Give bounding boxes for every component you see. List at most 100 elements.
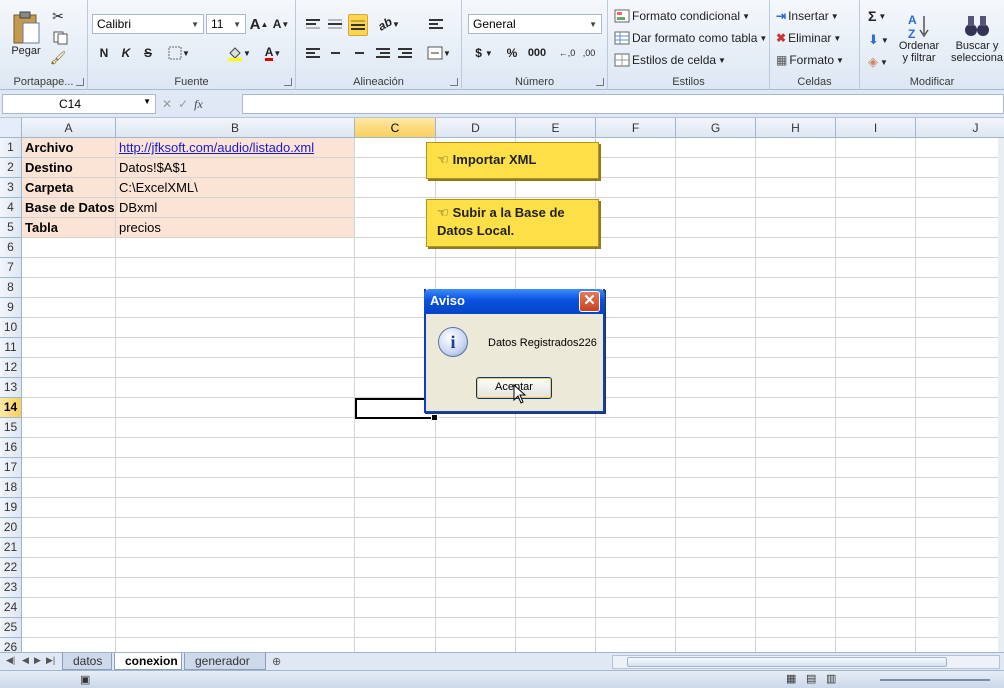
format-painter-button[interactable]: 🖌 [50, 50, 67, 66]
fill-button[interactable]: ⬇ ▼ [868, 32, 889, 48]
first-sheet-icon[interactable]: ◀| [6, 655, 15, 666]
clipboard-launcher[interactable] [76, 78, 84, 86]
align-center-button[interactable] [326, 44, 344, 62]
row-header-6[interactable]: 6 [0, 238, 22, 258]
font-size-select[interactable]: 11 ▼ [206, 14, 246, 34]
insert-sheet-icon[interactable]: ⊕ [272, 655, 281, 668]
macro-record-icon[interactable]: ▣ [80, 673, 90, 686]
align-right-button[interactable] [348, 44, 366, 62]
row-header-14[interactable]: 14 [0, 398, 22, 418]
align-bottom-button[interactable] [348, 14, 368, 36]
decrease-indent-button[interactable] [374, 44, 392, 62]
row-header-18[interactable]: 18 [0, 478, 22, 498]
borders-button[interactable]: ▼ [164, 44, 194, 62]
column-header-g[interactable]: G [676, 118, 756, 138]
normal-view-icon[interactable]: ▦ [786, 672, 796, 685]
close-icon[interactable]: ✕ [579, 291, 600, 312]
last-sheet-icon[interactable]: ▶| [46, 655, 55, 666]
sheet-tab-datos[interactable]: datos [62, 653, 112, 670]
row-header-25[interactable]: 25 [0, 618, 22, 638]
row-header-20[interactable]: 20 [0, 518, 22, 538]
cell-value[interactable]: precios [116, 218, 354, 237]
conditional-format-button[interactable]: Formato condicional ▼ [614, 9, 750, 23]
row-header-8[interactable]: 8 [0, 278, 22, 298]
autosum-button[interactable]: Σ ▼ [868, 8, 886, 24]
row-header-22[interactable]: 22 [0, 558, 22, 578]
find-select-button[interactable]: Buscar y selecciona [948, 6, 1004, 70]
insert-button[interactable]: ⇥ Insertar ▼ [776, 9, 839, 23]
shrink-font-button[interactable]: A ▼ [272, 14, 290, 34]
column-header-j[interactable]: J [916, 118, 1004, 138]
align-middle-button[interactable] [326, 14, 344, 34]
cell-hyperlink[interactable]: http://jfksoft.com/audio/listado.xml [116, 138, 354, 157]
column-header-e[interactable]: E [516, 118, 596, 138]
currency-button[interactable]: $ ▼ [472, 44, 496, 62]
column-header-i[interactable]: I [836, 118, 916, 138]
cell-styles-button[interactable]: Estilos de celda ▼ [614, 53, 726, 67]
horizontal-scrollbar[interactable] [612, 655, 1000, 669]
align-top-button[interactable] [304, 14, 322, 34]
column-header-d[interactable]: D [436, 118, 516, 138]
column-header-h[interactable]: H [756, 118, 836, 138]
column-header-c[interactable]: C [355, 118, 436, 138]
alignment-launcher[interactable] [450, 78, 458, 86]
row-header-12[interactable]: 12 [0, 358, 22, 378]
increase-indent-button[interactable] [396, 44, 414, 62]
page-layout-icon[interactable]: ▤ [806, 672, 816, 685]
row-header-1[interactable]: 1 [0, 138, 22, 158]
row-header-24[interactable]: 24 [0, 598, 22, 618]
scroll-thumb[interactable] [627, 657, 947, 667]
copy-button[interactable] [50, 30, 72, 46]
insert-function-button[interactable]: fx [194, 97, 203, 112]
row-header-17[interactable]: 17 [0, 458, 22, 478]
cell-value[interactable]: Datos!$A$1 [116, 158, 354, 177]
column-header-f[interactable]: F [596, 118, 676, 138]
format-as-table-button[interactable]: Dar formato como tabla ▼ [614, 31, 767, 45]
column-header-b[interactable]: B [116, 118, 355, 138]
row-header-19[interactable]: 19 [0, 498, 22, 518]
font-name-select[interactable]: Calibri ▼ [92, 14, 204, 34]
grow-font-button[interactable]: A ▲ [250, 14, 269, 34]
enter-icon[interactable]: ✓ [178, 97, 188, 112]
prev-sheet-icon[interactable]: ◀ [22, 655, 29, 666]
number-launcher[interactable] [596, 78, 604, 86]
row-header-3[interactable]: 3 [0, 178, 22, 198]
row-header-11[interactable]: 11 [0, 338, 22, 358]
zoom-slider[interactable] [880, 679, 990, 681]
cell-label[interactable]: Carpeta [22, 178, 115, 197]
row-header-21[interactable]: 21 [0, 538, 22, 558]
cell-label[interactable]: Archivo [22, 138, 115, 157]
vertical-scrollbar[interactable] [998, 138, 1004, 652]
font-color-button[interactable]: A ▼ [258, 44, 288, 62]
next-sheet-icon[interactable]: ▶ [34, 655, 41, 666]
sheet-tab-generador[interactable]: generador [184, 653, 266, 670]
italic-button[interactable]: K [118, 44, 134, 62]
row-header-9[interactable]: 9 [0, 298, 22, 318]
thousands-button[interactable]: 000 [524, 44, 550, 62]
strikethrough-button[interactable]: S [140, 44, 156, 62]
wrap-text-button[interactable] [426, 14, 446, 34]
bold-button[interactable]: N [96, 44, 112, 62]
increase-decimal-button[interactable]: ←,0 [558, 44, 576, 62]
paste-button[interactable]: Pegar [6, 4, 46, 64]
select-all-button[interactable] [0, 118, 22, 138]
cell-label[interactable]: Base de Datos [22, 198, 115, 217]
page-break-icon[interactable]: ▥ [826, 672, 836, 685]
name-box[interactable]: C14 ▼ [2, 94, 156, 114]
row-header-15[interactable]: 15 [0, 418, 22, 438]
row-header-4[interactable]: 4 [0, 198, 22, 218]
orientation-button[interactable]: ab ▼ [374, 14, 404, 34]
row-header-5[interactable]: 5 [0, 218, 22, 238]
upload-database-button[interactable]: ☜ Subir a la Base de Datos Local. [426, 199, 599, 247]
sort-filter-button[interactable]: AZ Ordenar y filtrar [894, 6, 944, 70]
delete-button[interactable]: ✖ Eliminar ▼ [776, 31, 841, 45]
row-header-13[interactable]: 13 [0, 378, 22, 398]
row-header-7[interactable]: 7 [0, 258, 22, 278]
row-header-16[interactable]: 16 [0, 438, 22, 458]
row-header-26[interactable]: 26 [0, 638, 22, 652]
column-header-a[interactable]: A [22, 118, 116, 138]
row-header-2[interactable]: 2 [0, 158, 22, 178]
cancel-icon[interactable]: ✕ [162, 97, 172, 112]
decrease-decimal-button[interactable]: ,00 [580, 44, 598, 62]
cell-label[interactable]: Tabla [22, 218, 115, 237]
